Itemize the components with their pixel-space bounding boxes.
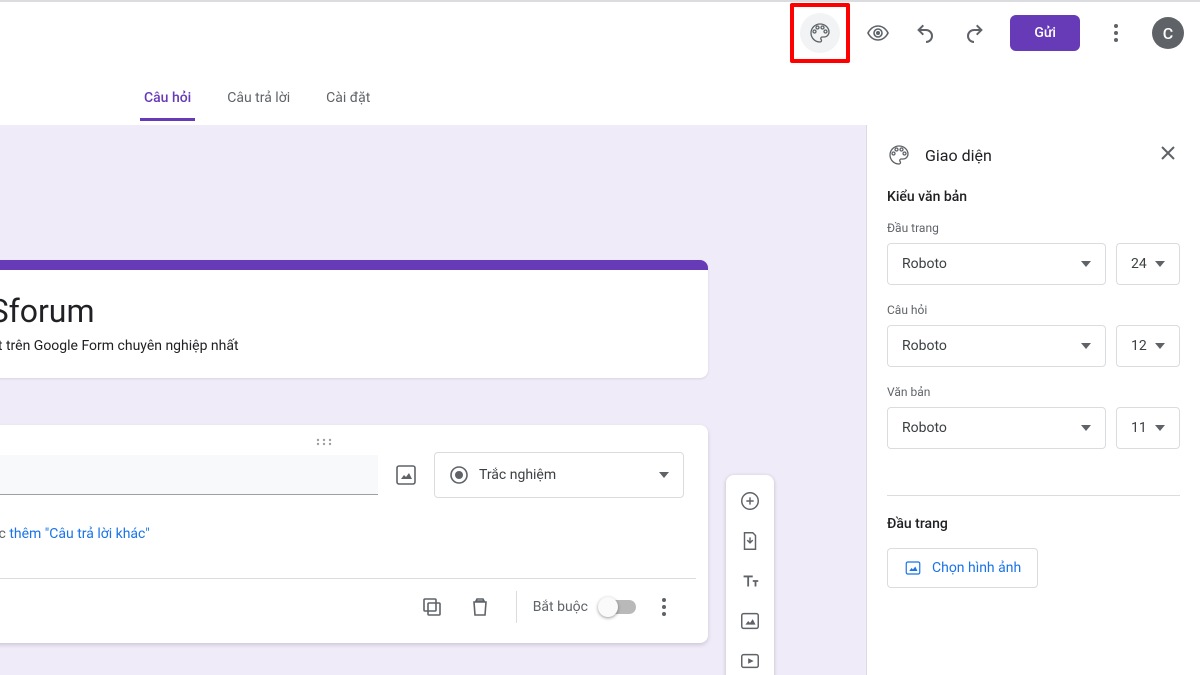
theme-panel-title: Giao diện [925,146,1142,165]
text-size-select[interactable]: 11 [1116,407,1180,449]
text-style-section: Kiểu văn bản Đầu trang Roboto 24 Câu hỏi… [867,189,1200,495]
add-image-block-button[interactable] [732,603,768,639]
text-font-select[interactable]: Roboto [887,407,1106,449]
chevron-down-icon [1155,425,1165,431]
import-questions-button[interactable] [732,523,768,559]
tab-questions[interactable]: Câu hỏi [140,82,195,121]
more-button[interactable] [1096,13,1136,53]
text-icon [739,570,761,592]
question-more-button[interactable] [644,587,684,627]
more-vert-icon [652,595,676,619]
required-toggle[interactable] [600,600,636,614]
chevron-down-icon [659,472,669,478]
import-icon [739,530,761,552]
form-header-card[interactable]: u Sforum ảo sát trên Google Form chuyên … [0,260,708,378]
send-button[interactable]: Gửi [1010,15,1080,51]
plus-circle-icon [739,490,761,512]
delete-button[interactable] [460,587,500,627]
image-icon [739,610,761,632]
form-tabs: Câu hỏi Câu trả lời Cài đặt [140,82,374,121]
redo-icon [962,21,986,45]
image-icon [904,559,922,577]
copy-icon [420,595,444,619]
close-icon [1156,141,1180,165]
add-title-button[interactable] [732,563,768,599]
question-font-label: Câu hỏi [887,303,1180,317]
divider [887,495,1180,496]
header-image-section: Đầu trang Chọn hình ảnh [867,516,1200,616]
chevron-down-icon [1081,343,1091,349]
customize-theme-button[interactable] [800,13,840,53]
question-type-label: Trắc nghiệm [479,467,649,483]
chevron-down-icon [1155,343,1165,349]
redo-button[interactable] [954,13,994,53]
form-description[interactable]: ảo sát trên Google Form chuyên nghiệp nh… [0,338,684,354]
question-type-select[interactable]: Trắc nghiệm [434,452,684,498]
header-font-label: Đầu trang [887,221,1180,235]
add-question-button[interactable] [732,483,768,519]
floating-toolbar [726,475,774,675]
trash-icon [468,595,492,619]
undo-icon [914,21,938,45]
top-toolbar: Gửi C [0,0,1200,64]
form-title[interactable]: u Sforum [0,292,684,330]
video-icon [739,650,761,672]
question-footer: Bắt buộc [0,578,696,635]
header-size-select[interactable]: 24 [1116,243,1180,285]
theme-panel: Giao diện Kiểu văn bản Đầu trang Roboto … [866,125,1200,675]
question-font-select[interactable]: Roboto [887,325,1106,367]
drag-icon [314,438,334,446]
chevron-down-icon [1081,261,1091,267]
tab-settings[interactable]: Cài đặt [322,82,374,121]
option-or: hoặc [0,526,9,542]
choose-image-button[interactable]: Chọn hình ảnh [887,548,1038,588]
add-image-button[interactable] [394,463,418,487]
palette-icon [887,143,911,167]
question-title-input[interactable] [0,455,378,495]
header-font-select[interactable]: Roboto [887,243,1106,285]
choose-image-label: Chọn hình ảnh [932,560,1021,576]
customize-theme-highlight [790,3,850,63]
form-canvas: u Sforum ảo sát trên Google Form chuyên … [0,125,866,675]
chevron-down-icon [1155,261,1165,267]
add-other-option-link[interactable]: thêm "Câu trả lời khác" [9,526,149,542]
more-vert-icon [1104,21,1128,45]
chevron-down-icon [1081,425,1091,431]
eye-icon [866,21,890,45]
option-row: n hoặc thêm "Câu trả lời khác" [0,508,708,554]
preview-button[interactable] [858,13,898,53]
close-panel-button[interactable] [1156,141,1180,169]
theme-panel-header: Giao diện [867,125,1200,189]
palette-icon [808,21,832,45]
text-font-label: Văn bản [887,385,1180,399]
separator [516,591,517,623]
text-style-title: Kiểu văn bản [887,189,1180,205]
tab-responses[interactable]: Câu trả lời [223,82,294,121]
drag-handle[interactable] [0,425,708,452]
question-card[interactable]: Trắc nghiệm n hoặc thêm "Câu trả lời khá… [0,425,708,643]
account-avatar[interactable]: C [1152,17,1184,49]
undo-button[interactable] [906,13,946,53]
add-video-button[interactable] [732,643,768,675]
required-label: Bắt buộc [533,599,588,615]
image-icon [394,463,418,487]
question-size-select[interactable]: 12 [1116,325,1180,367]
duplicate-button[interactable] [412,587,452,627]
header-section-title: Đầu trang [887,516,1180,532]
radio-icon [449,465,469,485]
